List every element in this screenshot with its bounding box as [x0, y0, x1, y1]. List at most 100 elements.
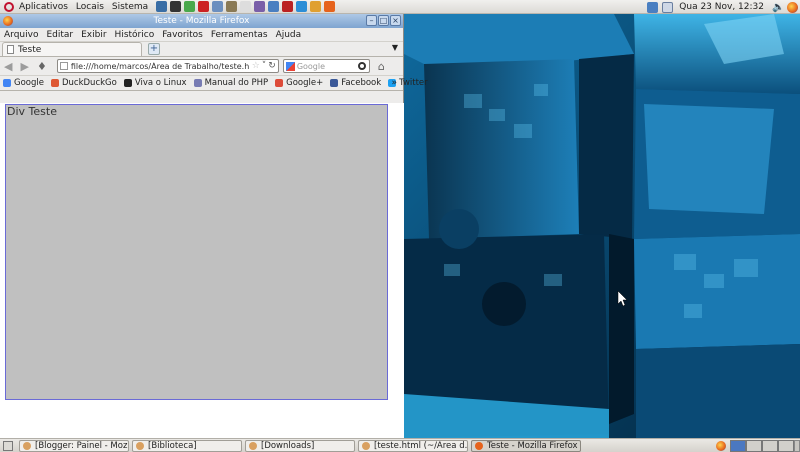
bookmark-duckduckgo[interactable]: DuckDuckGo: [50, 78, 117, 88]
tab-bar: Teste + ▼: [0, 42, 403, 57]
window-icon: [249, 441, 257, 450]
menu-aplicativos[interactable]: Aplicativos: [19, 2, 68, 12]
menubar: Arquivo Editar Exibir Histórico Favorito…: [0, 28, 403, 42]
trash-icon[interactable]: [794, 440, 800, 452]
tab-list-chevron-icon[interactable]: ▼: [392, 43, 398, 52]
page-content: Div Teste: [0, 103, 404, 438]
favicon-icon: [330, 79, 339, 87]
search-placeholder[interactable]: Google: [297, 62, 358, 71]
reload-icon[interactable]: ↻: [268, 61, 276, 71]
show-desktop-icon[interactable]: [3, 440, 13, 451]
search-tray-icon[interactable]: [662, 1, 674, 13]
div-teste: Div Teste: [5, 104, 388, 400]
back-button[interactable]: ◀: [4, 60, 12, 73]
menu-exibir[interactable]: Exibir: [81, 30, 106, 40]
taskbar-item-label: [teste.html (~/Área d...: [374, 440, 468, 451]
gimp-icon[interactable]: [226, 1, 238, 12]
menu-ajuda[interactable]: Ajuda: [276, 30, 302, 40]
bookmark-label: Google+: [286, 78, 324, 88]
home-icon[interactable]: ⌂: [378, 60, 385, 73]
bookmark-label: Google: [14, 78, 44, 88]
taskbar-item[interactable]: Teste - Mozilla Firefox: [471, 439, 581, 452]
menu-sistema[interactable]: Sistema: [112, 2, 148, 12]
taskbar-item[interactable]: [Blogger: Painel - Moz...: [19, 439, 129, 452]
top-panel-menus: Aplicativos Locais Sistema: [0, 0, 156, 14]
maximize-button[interactable]: □: [378, 15, 389, 26]
forward-button[interactable]: ▶: [20, 60, 28, 73]
firefox-launcher-icon[interactable]: [324, 1, 336, 12]
window-titlebar[interactable]: Teste - Mozilla Firefox – □ ×: [0, 14, 403, 28]
search-icon[interactable]: [357, 62, 366, 70]
bookmark-label: DuckDuckGo: [61, 78, 117, 88]
minimize-button[interactable]: –: [366, 15, 377, 26]
skype-icon[interactable]: [296, 1, 308, 12]
firefox-tray-icon[interactable]: [787, 1, 798, 13]
taskbar-item[interactable]: [Biblioteca]: [132, 439, 242, 452]
url-bar[interactable]: file:///home/marcos/Área de Trabalho/tes…: [56, 59, 279, 73]
taskbar-item[interactable]: [Downloads]: [245, 439, 355, 452]
bookmark-label: Twitter: [399, 78, 428, 88]
workspace-3[interactable]: [762, 440, 778, 452]
favicon-icon: [123, 79, 132, 87]
bookmark-star-icon[interactable]: ☆: [252, 61, 260, 71]
favicon-icon: [3, 79, 11, 87]
dropdown-chevron-icon[interactable]: ˅: [262, 61, 267, 71]
virtualbox-icon[interactable]: [156, 1, 168, 12]
firefox-notify-icon[interactable]: [716, 441, 726, 451]
firefox-window: Teste - Mozilla Firefox – □ × Arquivo Ed…: [0, 14, 428, 438]
bookmark-google-[interactable]: Google+: [275, 78, 323, 88]
addon-icon[interactable]: ♦: [37, 60, 47, 73]
top-panel: Aplicativos Locais Sistema Qua 23 Nov, 1…: [0, 0, 800, 14]
app-icon-blue[interactable]: [268, 1, 280, 12]
bookmark-viva-o-linux[interactable]: Viva o Linux: [123, 78, 187, 88]
favicon-icon: [275, 79, 284, 87]
network-tray-icon[interactable]: [647, 1, 659, 13]
workspace-switcher: [716, 440, 800, 452]
menu-arquivo[interactable]: Arquivo: [4, 30, 38, 40]
app-icon-white[interactable]: [240, 1, 252, 12]
bookmarks-overflow-chevron-icon[interactable]: »: [391, 78, 397, 88]
menu-historico[interactable]: Histórico: [115, 30, 155, 40]
window-icon: [362, 441, 370, 450]
menu-favoritos[interactable]: Favoritos: [162, 30, 203, 40]
window-icon: [475, 441, 483, 450]
site-identity-icon[interactable]: [59, 62, 68, 70]
debian-logo-icon[interactable]: [4, 1, 14, 12]
bookmark-manual-do-php[interactable]: Manual do PHP: [193, 78, 269, 88]
window-controls: – □ ×: [365, 15, 401, 26]
clock[interactable]: Qua 23 Nov, 12:32: [679, 2, 764, 12]
bookmark-label: Viva o Linux: [134, 78, 187, 88]
terminal-icon[interactable]: [170, 1, 182, 12]
volume-icon[interactable]: 🔈: [772, 2, 784, 13]
taskbar-item-label: Teste - Mozilla Firefox: [487, 440, 578, 451]
filezilla-icon[interactable]: [282, 1, 294, 12]
editor-icon[interactable]: [310, 1, 322, 12]
favicon-icon: [50, 79, 59, 87]
tab-teste[interactable]: Teste: [2, 42, 142, 56]
network-icon[interactable]: [212, 1, 224, 12]
workspace-1[interactable]: [730, 440, 746, 452]
new-tab-button[interactable]: +: [148, 43, 160, 55]
url-text[interactable]: file:///home/marcos/Área de Trabalho/tes…: [71, 62, 250, 71]
google-engine-icon[interactable]: [285, 61, 295, 71]
bookmark-label: Manual do PHP: [204, 78, 269, 88]
chrome-icon[interactable]: [184, 1, 196, 12]
app-icon-red[interactable]: [198, 1, 210, 12]
taskbar-item-label: [Biblioteca]: [148, 440, 197, 451]
workspace-2[interactable]: [746, 440, 762, 452]
taskbar-item-label: [Downloads]: [261, 440, 315, 451]
menu-editar[interactable]: Editar: [46, 30, 73, 40]
firefox-window-icon[interactable]: [3, 16, 13, 26]
bookmark-label: Facebook: [341, 78, 382, 88]
bookmark-google[interactable]: Google: [3, 78, 44, 88]
taskbar-item[interactable]: [teste.html (~/Área d...: [358, 439, 468, 452]
tab-label: Teste: [18, 44, 42, 55]
pidgin-icon[interactable]: [254, 1, 266, 12]
menu-ferramentas[interactable]: Ferramentas: [211, 30, 268, 40]
search-bar[interactable]: Google: [282, 59, 370, 73]
close-button[interactable]: ×: [390, 15, 401, 26]
workspace-4[interactable]: [778, 440, 794, 452]
bookmark-facebook[interactable]: Facebook: [330, 78, 381, 88]
navigation-bar: ◀ ▶ ♦ file:///home/marcos/Área de Trabal…: [0, 57, 403, 76]
menu-locais[interactable]: Locais: [76, 2, 104, 12]
